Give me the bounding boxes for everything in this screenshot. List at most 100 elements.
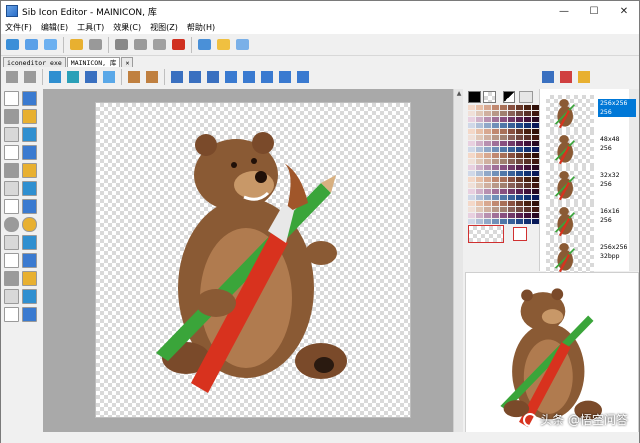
color-swatch[interactable] [532, 123, 539, 128]
color-swatch[interactable] [524, 147, 531, 152]
transparent-color-box[interactable] [468, 225, 504, 243]
color-swatch[interactable] [532, 171, 539, 176]
color-swatch[interactable] [468, 195, 475, 200]
text-icon[interactable] [22, 163, 37, 178]
color-swatch[interactable] [468, 183, 475, 188]
color-swatch[interactable] [468, 201, 475, 206]
color-swatch[interactable] [524, 159, 531, 164]
color-swatch[interactable] [492, 171, 499, 176]
color-picker-icon[interactable] [4, 145, 19, 160]
color-swatch[interactable] [516, 111, 523, 116]
color-swatch[interactable] [508, 153, 515, 158]
color-swatch[interactable] [524, 213, 531, 218]
color-swatch[interactable] [468, 171, 475, 176]
color-swatch[interactable] [508, 189, 515, 194]
select-rect-icon[interactable] [4, 91, 19, 106]
open-button[interactable] [22, 36, 40, 54]
color-swatch[interactable] [484, 147, 491, 152]
color-swatch[interactable] [532, 207, 539, 212]
zoom-in-button[interactable] [168, 69, 185, 86]
color-swatch[interactable] [476, 171, 483, 176]
inverse-color-box[interactable] [513, 227, 527, 241]
grid-button[interactable] [125, 69, 142, 86]
color-swatch[interactable] [500, 207, 507, 212]
menu-effects[interactable]: 效果(C) [113, 22, 141, 33]
filled-rounded-rect-icon[interactable] [22, 235, 37, 250]
rectangle-icon[interactable] [4, 199, 19, 214]
color-swatch[interactable] [484, 207, 491, 212]
color-swatch[interactable] [508, 117, 515, 122]
color-swatch[interactable] [468, 207, 475, 212]
color-swatch[interactable] [524, 183, 531, 188]
color-swatch[interactable] [508, 171, 515, 176]
color-swatch[interactable] [524, 129, 531, 134]
tab-close-button[interactable]: ✕ [121, 57, 134, 67]
pencil-icon[interactable] [22, 91, 37, 106]
new-button[interactable] [3, 36, 21, 54]
color-swatch[interactable] [468, 219, 475, 224]
color-swatch[interactable] [476, 135, 483, 140]
color-swatch[interactable] [500, 129, 507, 134]
rotate-left-button[interactable] [276, 69, 293, 86]
menu-tools[interactable]: 工具(T) [77, 22, 104, 33]
secondary-color-swatch[interactable] [483, 91, 496, 103]
color-swatch[interactable] [500, 141, 507, 146]
ellipse-icon[interactable] [4, 217, 19, 232]
color-swatch[interactable] [500, 195, 507, 200]
close-button[interactable]: ✕ [609, 1, 639, 21]
color-swatch[interactable] [516, 201, 523, 206]
color-swatch[interactable] [476, 207, 483, 212]
save-as-button[interactable] [86, 36, 104, 54]
color-swatch[interactable] [476, 117, 483, 122]
color-swatch[interactable] [524, 153, 531, 158]
color-swatch[interactable] [500, 111, 507, 116]
scroll-up-icon[interactable]: ▲ [454, 89, 463, 99]
color-swatch[interactable] [524, 135, 531, 140]
color-swatch[interactable] [492, 189, 499, 194]
color-swatch[interactable] [492, 165, 499, 170]
color-swatch[interactable] [508, 147, 515, 152]
color-swatch[interactable] [516, 213, 523, 218]
color-swatch[interactable] [492, 147, 499, 152]
import-button[interactable] [195, 36, 213, 54]
color-swatch[interactable] [468, 165, 475, 170]
color-swatch[interactable] [516, 177, 523, 182]
color-swatch[interactable] [492, 141, 499, 146]
layer-front-button[interactable] [46, 69, 63, 86]
minimize-button[interactable]: — [549, 1, 579, 21]
rotate-right-button[interactable] [294, 69, 311, 86]
color-swatch[interactable] [492, 123, 499, 128]
gradient-icon[interactable] [22, 307, 37, 322]
line-icon[interactable] [4, 181, 19, 196]
color-swatch[interactable] [524, 201, 531, 206]
color-swatch[interactable] [500, 213, 507, 218]
color-swatch[interactable] [532, 195, 539, 200]
color-swatch[interactable] [484, 141, 491, 146]
save-button[interactable] [67, 36, 85, 54]
color-swatch[interactable] [492, 153, 499, 158]
color-swatch[interactable] [516, 147, 523, 152]
color-swatch[interactable] [524, 189, 531, 194]
color-swatch[interactable] [484, 111, 491, 116]
color-swatch[interactable] [484, 213, 491, 218]
color-swatch[interactable] [516, 219, 523, 224]
color-swatch[interactable] [476, 129, 483, 134]
color-swatch[interactable] [484, 177, 491, 182]
color-swatch[interactable] [516, 207, 523, 212]
color-swatch[interactable] [484, 219, 491, 224]
color-swatch-grid[interactable] [468, 105, 539, 224]
color-swatch[interactable] [516, 123, 523, 128]
maximize-button[interactable]: ☐ [579, 1, 609, 21]
icon-canvas[interactable] [95, 102, 411, 418]
color-swatch[interactable] [484, 159, 491, 164]
color-swatch[interactable] [508, 183, 515, 188]
color-swatch[interactable] [532, 189, 539, 194]
canvas-scrollbar[interactable]: ▲ ▼ [453, 89, 463, 441]
line-width-icon[interactable] [4, 253, 19, 268]
move-button[interactable] [222, 69, 239, 86]
color-swatch[interactable] [468, 153, 475, 158]
color-swatch[interactable] [492, 129, 499, 134]
color-swatch[interactable] [476, 141, 483, 146]
color-picker-mini-icon[interactable] [519, 91, 533, 103]
filled-rectangle-icon[interactable] [22, 199, 37, 214]
